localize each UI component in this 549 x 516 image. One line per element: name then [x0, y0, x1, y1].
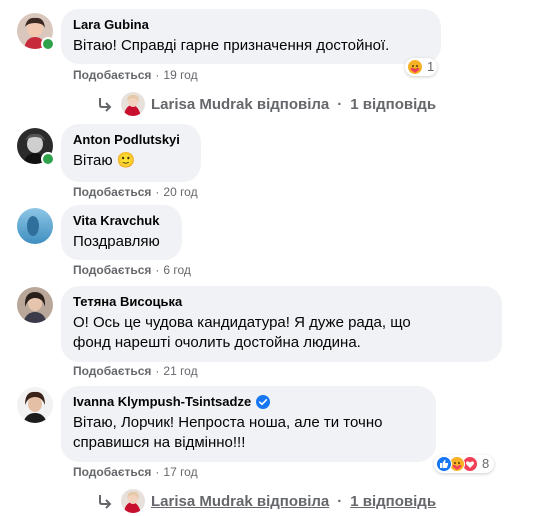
comment-meta: Подобається · 19 год	[73, 67, 198, 83]
reply-avatar	[121, 92, 145, 116]
separator: ·	[337, 492, 343, 510]
like-link[interactable]: Подобається	[73, 185, 151, 199]
care-reaction-icon	[407, 59, 423, 75]
reaction-summary[interactable]: 1	[405, 58, 438, 76]
like-link[interactable]: Подобається	[73, 263, 151, 277]
comment-meta: Подобається · 21 год	[73, 363, 198, 379]
comment-time[interactable]: 21 год	[163, 364, 197, 378]
reaction-count: 8	[482, 456, 490, 471]
comment-text-line: Вітаю, Лорчик! Непроста ноша, але ти точ…	[73, 414, 383, 431]
comment-author[interactable]: Lara Gubina	[73, 17, 429, 33]
separator: ·	[155, 185, 160, 199]
comment-time[interactable]: 17 год	[163, 465, 197, 479]
verified-badge-icon	[256, 395, 271, 409]
comment-bubble: Vita Kravchuk Поздравляю	[61, 205, 182, 260]
avatar[interactable]	[17, 387, 53, 423]
separator: ·	[155, 465, 160, 479]
reply-avatar	[121, 489, 145, 513]
comment-time[interactable]: 19 год	[163, 68, 197, 82]
online-status-indicator	[41, 37, 55, 51]
comment-author[interactable]: Ivanna Klympush-Tsintsadze	[73, 394, 424, 410]
reply-author-text: Larisa Mudrak відповіла	[151, 492, 330, 510]
like-link[interactable]: Подобається	[73, 465, 151, 479]
reply-author-text: Larisa Mudrak відповіла	[151, 95, 330, 113]
view-replies-link[interactable]: Larisa Mudrak відповіла · 1 відповідь	[97, 92, 436, 116]
reply-count: 1 відповідь	[350, 95, 437, 113]
comment-text: Поздравляю	[73, 233, 160, 250]
like-link[interactable]: Подобається	[73, 364, 151, 378]
separator: ·	[155, 68, 160, 82]
reaction-count: 1	[427, 59, 435, 74]
comment-text: Вітаю! Справді гарне призначення достойн…	[73, 37, 390, 54]
comment-bubble: Anton Podlutskyi Вітаю 🙂	[61, 124, 201, 182]
view-replies-link[interactable]: Larisa Mudrak відповіла · 1 відповідь	[97, 489, 436, 513]
reply-arrow-icon	[99, 98, 112, 112]
comment-text: О! Ось це чудова кандидатура! Я дуже рад…	[73, 313, 490, 353]
comment-text: Вітаю, Лорчик! Непроста ноша, але ти точ…	[73, 413, 424, 453]
comment-meta: Подобається · 20 год	[73, 184, 198, 200]
comment-text-line: справишся на відмінно!!!	[73, 434, 246, 451]
comment-text-line: О! Ось це чудова кандидатура! Я дуже рад…	[73, 314, 411, 331]
comment-text-line: фонд нарешті очолить достойна людина.	[73, 334, 361, 351]
comment-time[interactable]: 20 год	[163, 185, 197, 199]
comment-text: Вітаю 🙂	[73, 152, 136, 169]
comment-meta: Подобається · 17 год	[73, 464, 198, 480]
comment-author[interactable]: Тетяна Висоцька	[73, 294, 490, 310]
comment-meta: Подобається · 6 год	[73, 262, 191, 278]
reply-arrow-icon	[99, 495, 112, 509]
like-link[interactable]: Подобається	[73, 68, 151, 82]
separator: ·	[155, 263, 160, 277]
comment-bubble: Ivanna Klympush-Tsintsadze Вітаю, Лорчик…	[61, 386, 436, 462]
avatar[interactable]	[17, 287, 53, 323]
reaction-summary[interactable]: 8	[434, 455, 495, 473]
comment-author[interactable]: Anton Podlutskyi	[73, 132, 189, 148]
avatar[interactable]	[17, 208, 53, 244]
reply-count: 1 відповідь	[350, 492, 437, 510]
comment-bubble: Lara Gubina Вітаю! Справді гарне признач…	[61, 9, 441, 64]
separator: ·	[155, 364, 160, 378]
online-status-indicator	[41, 152, 55, 166]
separator: ·	[337, 95, 343, 113]
comment-author[interactable]: Vita Kravchuk	[73, 213, 170, 229]
comment-bubble: Тетяна Висоцька О! Ось це чудова кандида…	[61, 286, 502, 362]
like-reaction-icon	[436, 456, 452, 472]
author-name[interactable]: Ivanna Klympush-Tsintsadze	[73, 394, 251, 410]
comment-time[interactable]: 6 год	[163, 263, 191, 277]
